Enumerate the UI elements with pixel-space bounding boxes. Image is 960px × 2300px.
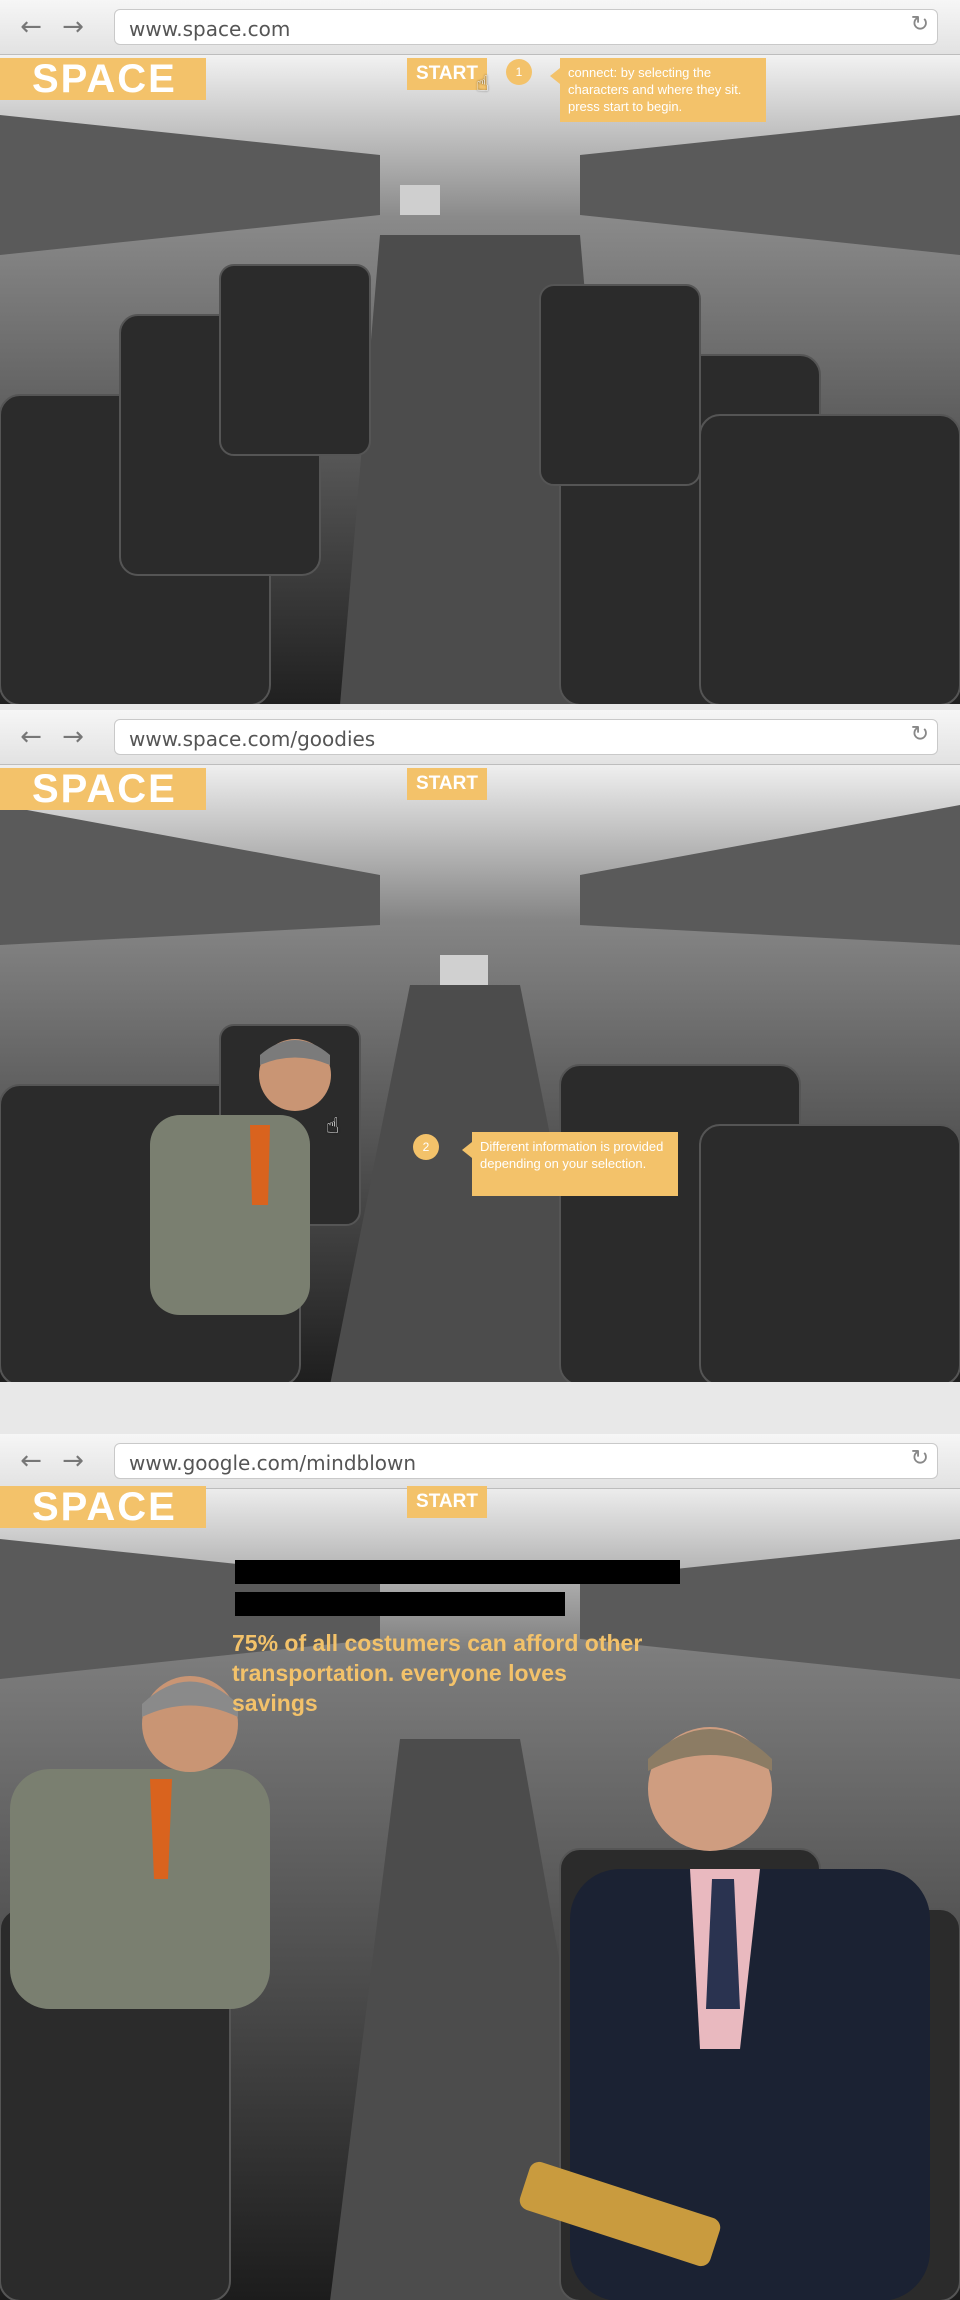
browser-window-1: ← → www.space.com ↻ SPACE START ☝ 1 conn…	[0, 0, 960, 704]
reload-icon[interactable]: ↻	[911, 12, 929, 37]
browser-toolbar: ← → www.space.com ↻	[0, 0, 960, 55]
pointer-hand-icon: ☝	[326, 1114, 340, 1139]
address-bar[interactable]: www.google.com/mindblown ↻	[114, 1443, 938, 1479]
start-button[interactable]: START	[407, 58, 487, 90]
headline-message: 75% of all costumers can afford other tr…	[232, 1630, 643, 1716]
address-bar[interactable]: www.space.com/goodies ↻	[114, 719, 938, 755]
bus-interior-photo	[0, 765, 960, 1382]
start-button[interactable]: START	[407, 768, 487, 800]
pointer-hand-icon: ☝	[476, 72, 490, 97]
forward-arrow-icon[interactable]: →	[58, 13, 88, 41]
browser-toolbar: ← → www.space.com/goodies ↻	[0, 710, 960, 765]
bus-interior-illustration	[0, 55, 960, 704]
space-logo[interactable]: SPACE	[0, 58, 206, 100]
onboarding-tooltip: connect: by selecting the characters and…	[550, 58, 766, 122]
browser-window-2: ← → www.space.com/goodies ↻ SPACE START …	[0, 710, 960, 1382]
onboarding-tooltip: Different information is provided depend…	[462, 1132, 678, 1196]
bus-interior-photo	[0, 55, 960, 704]
url-text: www.google.com/mindblown	[129, 1451, 417, 1475]
redaction-bar	[235, 1560, 680, 1584]
address-bar[interactable]: www.space.com ↻	[114, 9, 938, 45]
bus-interior-illustration	[0, 765, 960, 1382]
step-2-badge: 2	[413, 1134, 439, 1160]
browser-toolbar: ← → www.google.com/mindblown ↻	[0, 1434, 960, 1489]
space-logo[interactable]: SPACE	[0, 1486, 206, 1528]
forward-arrow-icon[interactable]: →	[58, 1447, 88, 1475]
reload-icon[interactable]: ↻	[911, 1446, 929, 1471]
space-logo[interactable]: SPACE	[0, 768, 206, 810]
reload-icon[interactable]: ↻	[911, 722, 929, 747]
back-arrow-icon[interactable]: ←	[16, 723, 46, 751]
step-1-badge: 1	[506, 59, 532, 85]
back-arrow-icon[interactable]: ←	[16, 13, 46, 41]
url-text: www.space.com/goodies	[129, 727, 376, 751]
url-text: www.space.com	[129, 17, 291, 41]
forward-arrow-icon[interactable]: →	[58, 723, 88, 751]
back-arrow-icon[interactable]: ←	[16, 1447, 46, 1475]
start-button[interactable]: START	[407, 1486, 487, 1518]
redaction-bar	[235, 1592, 565, 1616]
